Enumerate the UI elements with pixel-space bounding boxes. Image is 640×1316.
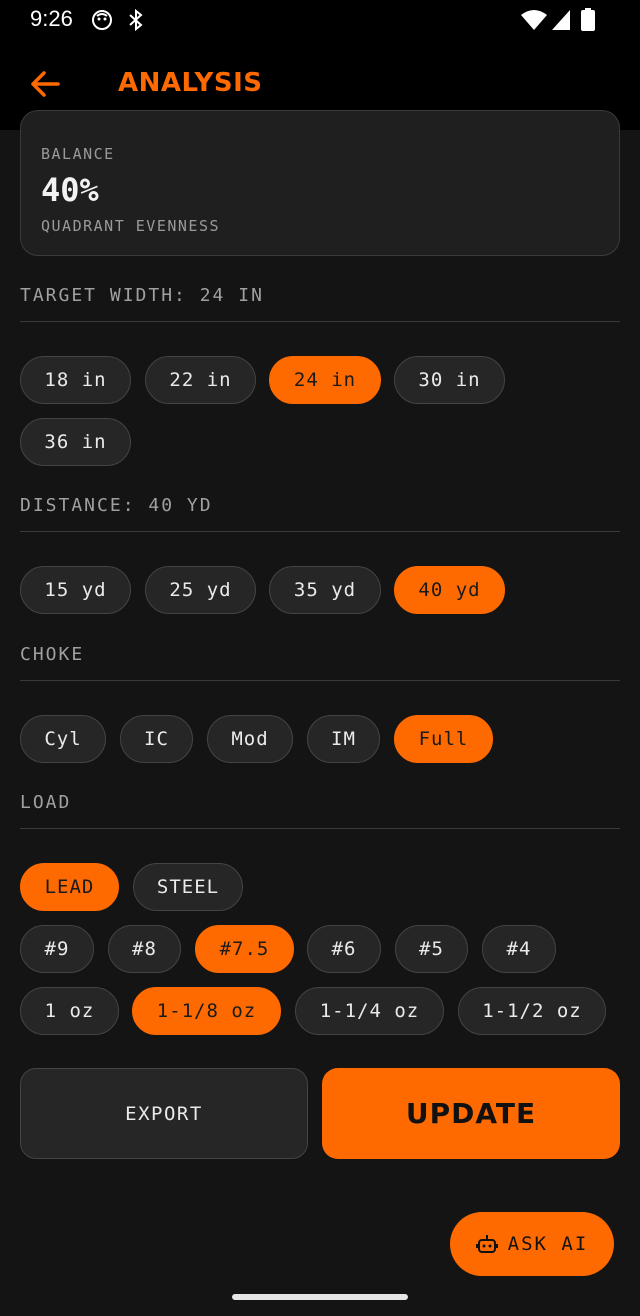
battery-icon bbox=[581, 8, 595, 31]
status-time: 9:26 bbox=[30, 6, 73, 31]
chip-weight-1oz[interactable]: 1 oz bbox=[20, 987, 119, 1035]
chip-load-steel[interactable]: STEEL bbox=[133, 863, 243, 911]
divider bbox=[20, 531, 620, 532]
robot-icon bbox=[475, 1235, 498, 1253]
chip-distance-35yd[interactable]: 35 yd bbox=[269, 566, 381, 614]
chip-load-lead[interactable]: LEAD bbox=[20, 863, 119, 911]
chip-shot-6[interactable]: #6 bbox=[307, 925, 381, 973]
chip-shot-7-5[interactable]: #7.5 bbox=[195, 925, 294, 973]
chip-choke-full[interactable]: Full bbox=[394, 715, 493, 763]
app-notification-icon bbox=[92, 10, 112, 30]
chip-choke-mod[interactable]: Mod bbox=[207, 715, 293, 763]
chip-choke-ic[interactable]: IC bbox=[120, 715, 193, 763]
signal-icon bbox=[552, 10, 570, 30]
distance-heading: DISTANCE: 40 YD bbox=[20, 495, 213, 516]
balance-value: 40% bbox=[41, 171, 99, 209]
update-label: UPDATE bbox=[405, 1097, 537, 1130]
balance-card: BALANCE 40% QUADRANT EVENNESS bbox=[20, 110, 620, 256]
chip-target-36in[interactable]: 36 in bbox=[20, 418, 131, 466]
chip-shot-8[interactable]: #8 bbox=[108, 925, 181, 973]
chip-distance-15yd[interactable]: 15 yd bbox=[20, 566, 131, 614]
ask-ai-button[interactable]: ASK AI bbox=[450, 1212, 614, 1276]
chip-distance-25yd[interactable]: 25 yd bbox=[145, 566, 256, 614]
balance-label: BALANCE bbox=[41, 145, 115, 163]
chip-choke-im[interactable]: IM bbox=[307, 715, 380, 763]
chip-target-30in[interactable]: 30 in bbox=[394, 356, 505, 404]
ask-ai-label: ASK AI bbox=[507, 1233, 589, 1255]
chip-shot-9[interactable]: #9 bbox=[20, 925, 94, 973]
chip-target-22in[interactable]: 22 in bbox=[145, 356, 256, 404]
wifi-icon bbox=[521, 10, 547, 30]
chip-distance-40yd[interactable]: 40 yd bbox=[394, 566, 505, 614]
balance-subtitle: QUADRANT EVENNESS bbox=[41, 217, 221, 235]
chip-choke-cyl[interactable]: Cyl bbox=[20, 715, 106, 763]
chip-weight-1-1-2oz[interactable]: 1-1/2 oz bbox=[458, 987, 606, 1035]
chip-target-18in[interactable]: 18 in bbox=[20, 356, 131, 404]
status-bar: 9:26 bbox=[0, 0, 640, 40]
home-indicator[interactable] bbox=[232, 1294, 408, 1300]
export-button[interactable]: EXPORT bbox=[20, 1068, 308, 1159]
divider bbox=[20, 828, 620, 829]
chip-weight-1-1-4oz[interactable]: 1-1/4 oz bbox=[295, 987, 444, 1035]
export-label: EXPORT bbox=[125, 1102, 203, 1125]
chip-target-24in[interactable]: 24 in bbox=[269, 356, 381, 404]
target-width-heading: TARGET WIDTH: 24 IN bbox=[20, 285, 264, 306]
divider bbox=[20, 321, 620, 322]
update-button[interactable]: UPDATE bbox=[322, 1068, 620, 1159]
divider bbox=[20, 680, 620, 681]
chip-shot-4[interactable]: #4 bbox=[482, 925, 556, 973]
page-title: ANALYSIS bbox=[118, 68, 263, 98]
chip-weight-1-1-8oz[interactable]: 1-1/8 oz bbox=[132, 987, 281, 1035]
back-arrow-icon[interactable] bbox=[28, 68, 64, 100]
chip-shot-5[interactable]: #5 bbox=[395, 925, 468, 973]
choke-heading: CHOKE bbox=[20, 644, 85, 665]
load-heading: LOAD bbox=[20, 792, 72, 813]
bluetooth-icon bbox=[129, 8, 143, 32]
